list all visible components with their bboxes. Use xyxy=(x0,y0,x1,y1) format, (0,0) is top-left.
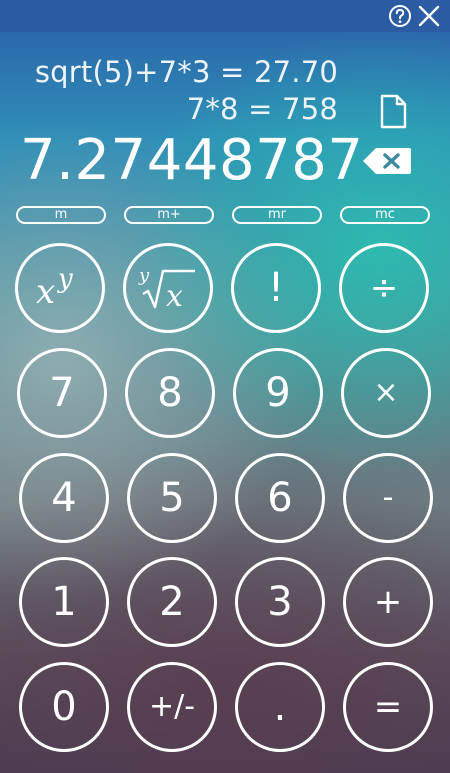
digit-4-label: 4 xyxy=(51,475,77,521)
calculator-app: sqrt(5)+7*3 = 27.70 7*8 = 758 7.27448787… xyxy=(0,0,450,773)
digit-0-button[interactable]: 0 xyxy=(19,662,109,752)
digit-7-button[interactable]: 7 xyxy=(17,348,107,438)
memory-add-button[interactable]: m+ xyxy=(124,206,214,224)
digit-2-label: 2 xyxy=(159,579,185,625)
digit-9-label: 9 xyxy=(265,370,291,416)
digit-1-button[interactable]: 1 xyxy=(19,557,109,647)
digit-7-label: 7 xyxy=(49,370,75,416)
digit-4-button[interactable]: 4 xyxy=(19,453,109,543)
svg-text:y: y xyxy=(57,264,73,294)
digit-9-button[interactable]: 9 xyxy=(233,348,323,438)
decimal-button[interactable]: . xyxy=(235,662,325,752)
svg-text:y: y xyxy=(138,265,150,286)
digit-6-label: 6 xyxy=(267,475,293,521)
digit-0-label: 0 xyxy=(51,684,77,730)
title-bar xyxy=(0,0,450,32)
multiply-button[interactable]: × xyxy=(341,348,431,438)
memory-store-button[interactable]: m xyxy=(16,206,106,224)
close-icon[interactable] xyxy=(417,4,441,28)
digit-6-button[interactable]: 6 xyxy=(235,453,325,543)
sign-toggle-label: +/- xyxy=(148,689,196,724)
backspace-icon-graphic xyxy=(363,148,411,174)
sign-toggle-button[interactable]: +/- xyxy=(127,662,217,752)
backspace-icon[interactable] xyxy=(362,147,412,175)
equals-label: = xyxy=(373,687,403,727)
history-line: 7*8 = 758 xyxy=(186,92,338,126)
help-icon[interactable] xyxy=(388,4,412,28)
help-icon-graphic xyxy=(389,5,411,27)
close-icon-graphic xyxy=(418,5,440,27)
equals-button[interactable]: = xyxy=(343,662,433,752)
factorial-label: ! xyxy=(267,265,285,311)
digit-1-label: 1 xyxy=(51,579,77,625)
digit-5-label: 5 xyxy=(159,475,185,521)
digit-3-label: 3 xyxy=(267,579,293,625)
digit-5-button[interactable]: 5 xyxy=(127,453,217,543)
file-icon-graphic xyxy=(380,94,407,129)
decimal-label: . xyxy=(273,684,287,730)
plus-label: + xyxy=(373,582,403,622)
root-button[interactable]: y x xyxy=(123,243,213,333)
plus-button[interactable]: + xyxy=(343,557,433,647)
file-icon[interactable] xyxy=(378,94,408,130)
memory-clear-button[interactable]: mc xyxy=(340,206,430,224)
display-value: 7.27448787 xyxy=(20,128,364,193)
power-icon: x y xyxy=(36,264,73,312)
divide-label: ÷ xyxy=(369,268,399,308)
svg-text:x: x xyxy=(166,279,183,314)
minus-label: - xyxy=(382,480,394,515)
history-line: sqrt(5)+7*3 = 27.70 xyxy=(34,55,338,89)
digit-3-button[interactable]: 3 xyxy=(235,557,325,647)
divide-button[interactable]: ÷ xyxy=(339,243,429,333)
power-button[interactable]: x y xyxy=(15,243,105,333)
digit-2-button[interactable]: 2 xyxy=(127,557,217,647)
digit-8-label: 8 xyxy=(157,370,183,416)
svg-text:x: x xyxy=(36,272,55,312)
digit-8-button[interactable]: 8 xyxy=(125,348,215,438)
factorial-button[interactable]: ! xyxy=(231,243,321,333)
multiply-label: × xyxy=(373,375,399,410)
minus-button[interactable]: - xyxy=(343,453,433,543)
memory-recall-button[interactable]: mr xyxy=(232,206,322,224)
root-icon: y x xyxy=(138,265,195,314)
